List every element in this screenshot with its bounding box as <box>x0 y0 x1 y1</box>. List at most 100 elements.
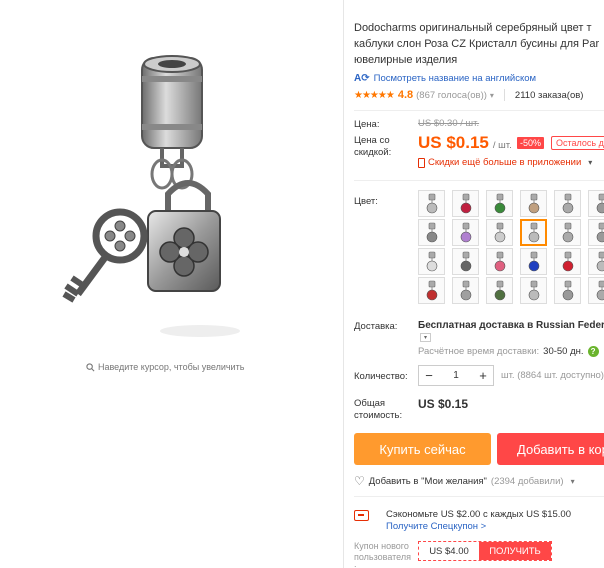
remaining-badge: Осталось д <box>551 136 604 150</box>
color-swatch[interactable] <box>452 219 479 246</box>
orders-count: 2110 заказа(ов) <box>514 89 584 101</box>
color-swatch[interactable] <box>554 277 581 304</box>
color-swatch[interactable] <box>588 190 604 217</box>
shipping-option[interactable]: Бесплатная доставка в Russian Federation <box>418 320 604 331</box>
charm-thumbnail-icon <box>494 193 505 213</box>
charm-thumbnail-icon <box>494 280 505 300</box>
chevron-down-icon: ▾ <box>570 476 575 486</box>
discount-price-label: Цена со скидкой: <box>354 135 392 158</box>
column-divider <box>343 0 344 568</box>
translate-icon: A⟳ <box>354 73 370 84</box>
shipping-dropdown-icon[interactable]: ▾ <box>420 333 431 342</box>
total-label: Общая стоимость: <box>354 398 403 421</box>
charm-thumbnail-icon <box>426 251 437 271</box>
charm-thumbnail-icon <box>562 222 573 242</box>
divider <box>354 496 604 497</box>
color-swatch[interactable] <box>486 190 513 217</box>
shipping-label: Доставка: <box>354 321 398 332</box>
color-swatch[interactable] <box>554 248 581 275</box>
charm-thumbnail-icon <box>528 193 539 213</box>
charm-thumbnail-icon <box>528 251 539 271</box>
charm-thumbnail-icon <box>494 251 505 271</box>
charm-thumbnail-icon <box>460 251 471 271</box>
product-title: Dodocharms оригинальный серебряный цвет … <box>354 22 600 66</box>
app-discount-link[interactable]: Скидки ещё больше в приложении ▾ <box>418 157 592 168</box>
color-swatch[interactable] <box>520 277 547 304</box>
quantity-label: Количество: <box>354 371 408 382</box>
color-swatch[interactable] <box>520 190 547 217</box>
color-swatch[interactable] <box>554 190 581 217</box>
charm-thumbnail-icon <box>562 193 573 213</box>
color-swatch[interactable] <box>588 248 604 275</box>
help-icon[interactable]: ? <box>587 346 599 357</box>
charm-thumbnail-icon <box>596 193 604 213</box>
product-info: Dodocharms оригинальный серебряный цвет … <box>354 0 604 568</box>
votes-count[interactable]: (867 голоса(ов)) <box>416 90 487 101</box>
charm-thumbnail-icon <box>426 222 437 242</box>
chevron-down-icon[interactable]: ▾ <box>490 91 494 100</box>
new-user-coupon-label: Купон нового пользователя : <box>354 541 411 568</box>
quantity-available: шт. (8864 шт. доступно) <box>501 370 604 381</box>
divider <box>503 89 505 101</box>
price-label: Цена: <box>354 119 380 130</box>
charm-thumbnail-icon <box>562 280 573 300</box>
zoom-hint: Наведите курсор, чтобы увеличить <box>86 362 244 372</box>
color-swatch[interactable] <box>520 248 547 275</box>
coupon-icon <box>354 510 369 521</box>
color-swatch[interactable] <box>554 219 581 246</box>
divider <box>354 110 604 111</box>
color-swatch[interactable] <box>452 277 479 304</box>
discount-badge: -50% <box>517 137 545 149</box>
add-to-cart-button[interactable]: Добавить в корзину <box>497 433 604 465</box>
color-swatch[interactable] <box>418 277 445 304</box>
rating-value: 4.8 <box>397 89 414 101</box>
color-swatch[interactable] <box>486 248 513 275</box>
charm-thumbnail-icon <box>426 193 437 213</box>
heart-icon: ♡ <box>354 474 365 488</box>
quantity-stepper: − 1 + <box>418 365 494 386</box>
color-swatch[interactable] <box>452 190 479 217</box>
magnifier-icon <box>86 362 95 371</box>
charm-thumbnail-icon <box>596 251 604 271</box>
color-swatch[interactable] <box>520 219 547 246</box>
charm-thumbnail-icon <box>494 222 505 242</box>
discount-price: US $0.15 / шт. <box>418 133 512 152</box>
divider <box>354 180 604 181</box>
decrease-button[interactable]: − <box>419 368 439 383</box>
caret-down-icon: ▾ <box>588 158 593 167</box>
increase-button[interactable]: + <box>473 368 493 383</box>
color-label: Цвет: <box>354 196 378 207</box>
charm-thumbnail-icon <box>528 280 539 300</box>
color-swatch[interactable] <box>588 219 604 246</box>
color-swatch[interactable] <box>452 248 479 275</box>
translate-title-link[interactable]: A⟳ Посмотреть название на английском <box>354 73 536 84</box>
product-gallery: Наведите курсор, чтобы увеличить <box>0 0 343 568</box>
rating-row: ★★★★★ 4.8 (867 голоса(ов)) ▾ 2110 заказа… <box>354 89 583 101</box>
charm-thumbnail-icon <box>562 251 573 271</box>
color-swatch[interactable] <box>418 219 445 246</box>
color-swatch[interactable] <box>418 190 445 217</box>
store-coupon: Сэкономьте US $2.00 с каждых US $15.00 П… <box>386 509 571 533</box>
color-swatch[interactable] <box>418 248 445 275</box>
shipping-estimate: Расчётное время доставки: 30-50 дн. ? <box>418 346 599 357</box>
get-coupon-link[interactable]: Получите Спецкупон > <box>386 521 571 533</box>
charm-thumbnail-icon <box>528 222 539 242</box>
quantity-input[interactable]: 1 <box>439 370 473 381</box>
color-swatch[interactable] <box>588 277 604 304</box>
charm-thumbnail-icon <box>460 222 471 242</box>
old-price: US $0.30 / шт. <box>418 118 480 129</box>
total-price: US $0.15 <box>418 397 469 411</box>
rating-stars-icon: ★★★★★ <box>354 89 395 101</box>
product-image[interactable] <box>50 46 270 346</box>
charm-thumbnail-icon <box>460 280 471 300</box>
color-swatch[interactable] <box>486 277 513 304</box>
color-swatch[interactable] <box>486 219 513 246</box>
coupon-amount: US $4.00 <box>419 542 479 560</box>
add-to-wishlist[interactable]: ♡ Добавить в "Мои желания" (2394 добавил… <box>354 474 575 488</box>
new-user-coupon: US $4.00 ПОЛУЧИТЬ <box>418 541 552 561</box>
charm-thumbnail-icon <box>596 222 604 242</box>
buy-now-button[interactable]: Купить сейчас <box>354 433 491 465</box>
charm-thumbnail-icon <box>596 280 604 300</box>
charm-thumbnail-icon <box>460 193 471 213</box>
get-coupon-button[interactable]: ПОЛУЧИТЬ <box>479 542 551 560</box>
